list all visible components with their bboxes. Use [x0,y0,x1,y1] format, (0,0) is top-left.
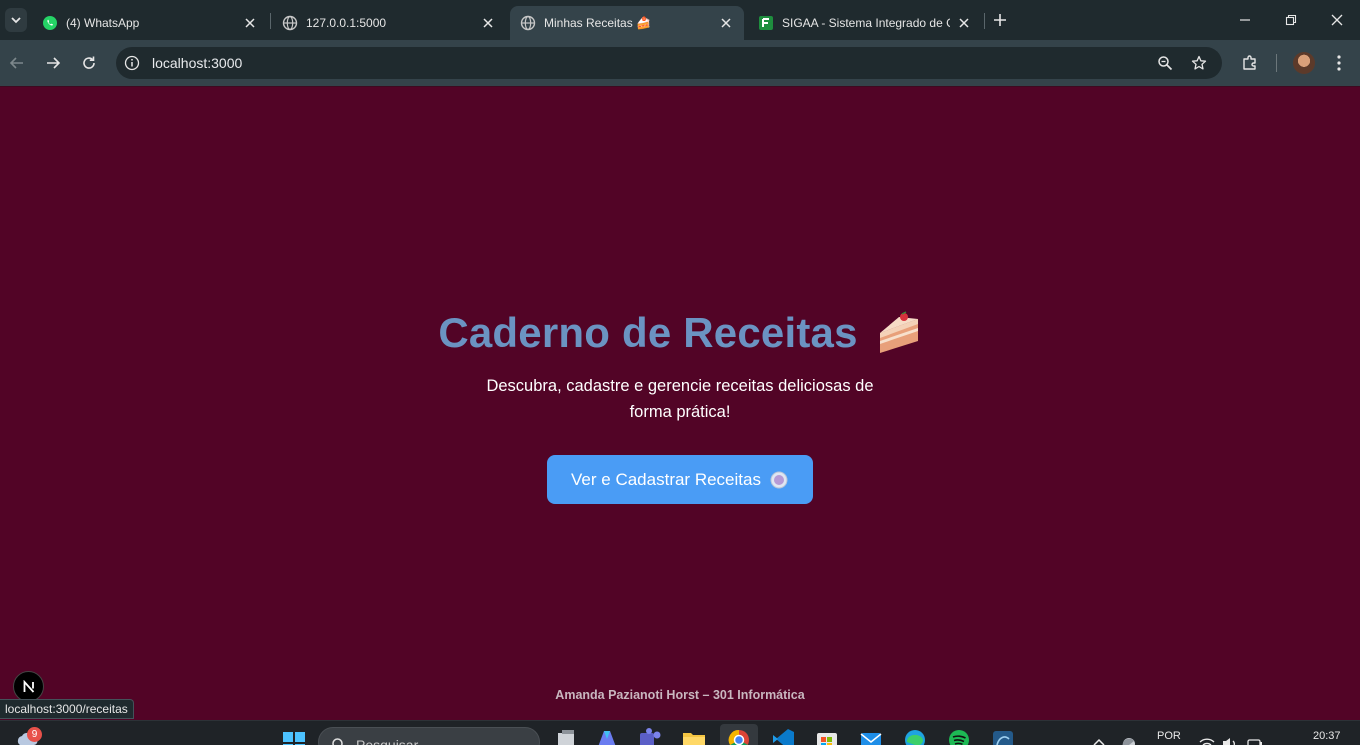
reload-button[interactable] [77,51,101,75]
tab-title: (4) WhatsApp [66,16,140,30]
tab-minhas-receitas[interactable]: Minhas Receitas 🍰 [510,6,744,40]
mail-icon[interactable] [858,727,884,745]
windows-start-icon[interactable] [283,732,305,745]
teams-icon[interactable] [637,727,663,745]
page-title-text: Caderno de Receitas [438,309,858,356]
cake-icon [879,311,918,353]
file-explorer-icon[interactable] [681,727,707,745]
cta-label: Ver e Cadastrar Receitas [571,469,761,489]
restore-icon [1285,14,1297,26]
more-vertical-icon [1337,55,1341,71]
taskbar-search-placeholder: Pesquisar [356,737,419,745]
edge-icon[interactable] [902,727,928,745]
tab-strip: (4) WhatsApp 127.0.0.1:5000 Minhas Recei… [0,0,1360,40]
arrow-right-icon [47,57,61,69]
restore-button[interactable] [1268,0,1314,40]
tab-whatsapp[interactable]: (4) WhatsApp [32,6,268,40]
clock-time[interactable]: 20:37 [1313,730,1341,742]
browser-toolbar: localhost:3000 [0,40,1360,86]
mysql-workbench-icon[interactable] [990,727,1016,745]
page-title: Caderno de Receitas [438,309,921,357]
windows-taskbar: 9 Pesquisar POR 20:37 [0,720,1360,745]
new-tab-button[interactable] [990,10,1010,30]
spotify-icon[interactable] [946,727,972,745]
toolbar-divider [1276,54,1277,72]
wifi-icon[interactable] [1198,735,1216,745]
language-indicator[interactable]: POR [1157,730,1181,742]
zoom-icon[interactable] [1156,54,1174,72]
whatsapp-icon [42,15,58,31]
vscode-icon[interactable] [770,727,796,745]
chevron-down-icon [11,17,21,24]
bookmark-star-icon[interactable] [1190,54,1208,72]
taskbar-search[interactable]: Pesquisar [318,727,540,745]
tab-search-button[interactable] [5,8,27,32]
page-subtitle: Descubra, cadastre e gerencie receitas d… [486,377,874,421]
search-icon [332,738,343,745]
tab-title: SIGAA - Sistema Integrado de G [782,16,950,30]
close-tab-icon[interactable] [480,15,496,31]
address-url[interactable]: localhost:3000 [152,55,242,71]
task-view-icon[interactable] [553,727,579,745]
close-tab-icon[interactable] [242,15,258,31]
minimize-icon [1240,19,1250,21]
globe-icon [520,15,536,31]
battery-icon[interactable] [1246,735,1264,745]
close-tab-icon[interactable] [718,15,734,31]
chrome-icon[interactable] [726,727,752,745]
close-icon [1331,14,1343,26]
profile-avatar[interactable] [1293,52,1315,74]
reload-icon [83,56,95,69]
sigaa-icon [758,15,774,31]
tab-title: Minhas Receitas 🍰 [544,16,651,30]
tab-separator [984,13,985,29]
minimize-button[interactable] [1222,0,1268,40]
tab-title: 127.0.0.1:5000 [306,16,387,30]
nextjs-dev-indicator[interactable] [13,671,44,702]
browser-menu-button[interactable] [1329,52,1349,74]
site-info-icon[interactable] [123,54,141,72]
extensions-button[interactable] [1239,52,1261,74]
address-bar[interactable]: localhost:3000 [116,47,1222,79]
back-button[interactable] [5,51,29,75]
close-tab-icon[interactable] [956,15,972,31]
tray-app-icon[interactable] [1120,735,1138,745]
volume-icon[interactable] [1221,735,1239,745]
arrow-left-icon [9,57,23,69]
forward-button[interactable] [41,51,65,75]
plate-icon [770,471,788,488]
hero-section: Caderno de Receitas Descubra, cadastre e… [0,309,1360,504]
close-window-button[interactable] [1314,0,1360,40]
globe-icon [282,15,298,31]
microsoft-store-icon[interactable] [814,727,840,745]
plus-icon [994,14,1006,26]
copilot-icon[interactable] [594,727,620,745]
view-register-recipes-button[interactable]: Ver e Cadastrar Receitas [547,455,813,504]
tab-separator [270,13,271,29]
chevron-up-icon[interactable] [1090,735,1108,745]
puzzle-icon [1243,55,1256,70]
page-viewport: Caderno de Receitas Descubra, cadastre e… [0,86,1360,720]
tab-sigaa[interactable]: SIGAA - Sistema Integrado de G [748,6,982,40]
link-hover-status: localhost:3000/receitas [0,699,134,719]
nextjs-icon [23,679,34,693]
notification-badge: 9 [27,727,42,742]
tab-localhost-5000[interactable]: 127.0.0.1:5000 [272,6,506,40]
page-footer: Amanda Pazianoti Horst – 301 Informática [555,688,805,702]
